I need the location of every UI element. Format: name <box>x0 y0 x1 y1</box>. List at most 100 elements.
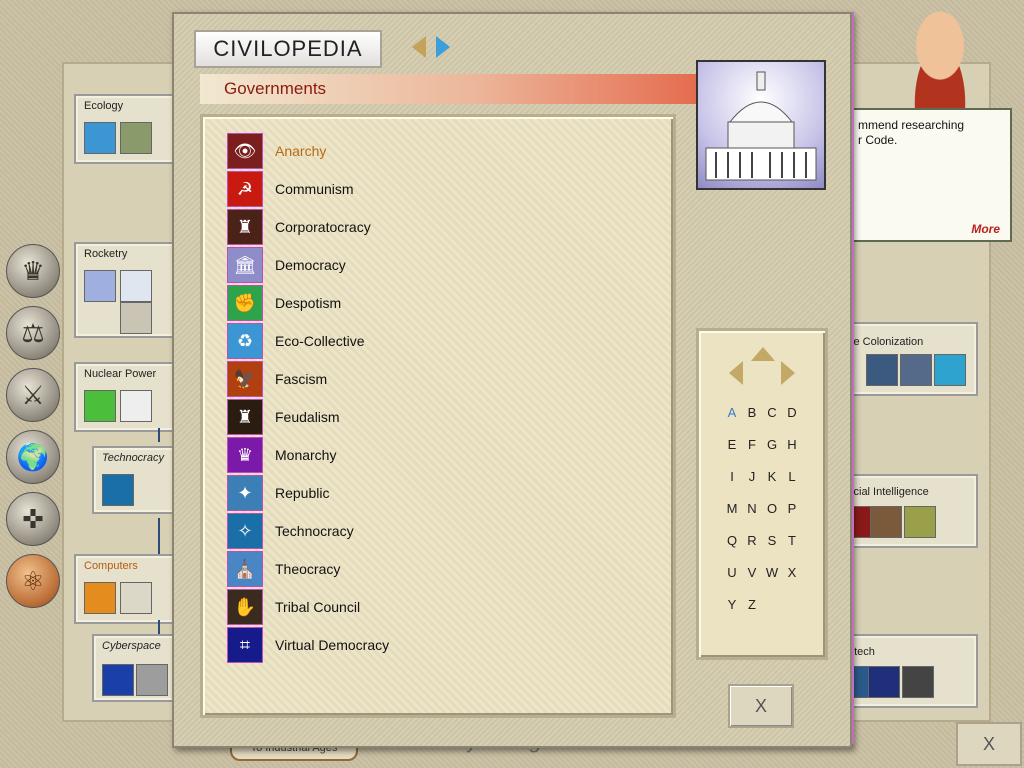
tech-card-technocracy[interactable]: Technocracy <box>92 446 178 514</box>
screen-close-button[interactable]: X <box>956 722 1022 766</box>
rocket-icon <box>84 270 116 302</box>
tech-card-rocketry[interactable]: Rocketry <box>74 242 178 338</box>
close-button[interactable]: X <box>728 684 794 728</box>
index-letter[interactable]: Z <box>743 597 761 612</box>
index-letter[interactable]: H <box>783 437 801 452</box>
missile-icon <box>120 270 152 302</box>
tech-card-nuclear-power[interactable]: Nuclear Power <box>74 362 178 432</box>
government-label: Democracy <box>275 257 346 273</box>
government-item[interactable]: 🏛 Democracy <box>227 247 487 283</box>
government-item[interactable]: ✦ Republic <box>227 475 487 511</box>
close-label: X <box>754 695 767 716</box>
up-arrow-icon[interactable] <box>751 347 775 361</box>
atom-icon[interactable]: ⚛ <box>6 554 60 608</box>
index-letter[interactable]: I <box>723 469 741 484</box>
index-letter[interactable]: U <box>723 565 741 580</box>
government-item[interactable]: ⌗ Virtual Democracy <box>227 627 487 663</box>
republic-icon: ✦ <box>227 475 263 511</box>
cross-icon[interactable]: ✜ <box>6 492 60 546</box>
tech-name: Computers <box>84 560 138 572</box>
index-letter[interactable]: K <box>763 469 781 484</box>
crown-icon: ♛ <box>227 437 263 473</box>
index-letter[interactable]: G <box>763 437 781 452</box>
index-letter[interactable]: V <box>743 565 761 580</box>
index-letter[interactable]: T <box>783 533 801 548</box>
index-letter[interactable]: E <box>723 437 741 452</box>
section-header: Governments <box>200 74 700 104</box>
tower-icon <box>136 664 168 696</box>
index-letter[interactable]: L <box>783 469 801 484</box>
government-label: Feudalism <box>275 409 340 425</box>
corporate-icon: ♜ <box>227 209 263 245</box>
index-letter[interactable]: N <box>743 501 761 516</box>
government-label: Republic <box>275 485 330 501</box>
government-item[interactable]: ♜ Corporatocracy <box>227 209 487 245</box>
government-label: Anarchy <box>275 143 327 159</box>
unit-icon <box>120 302 152 334</box>
missile-icon <box>120 390 152 422</box>
index-letter[interactable]: J <box>743 469 761 484</box>
tree-connector <box>158 620 160 634</box>
tech-card-space-colonization[interactable]: ce Colonization <box>846 322 978 396</box>
index-letter[interactable]: S <box>763 533 781 548</box>
government-item[interactable]: ♜ Feudalism <box>227 399 487 435</box>
index-letter[interactable]: A <box>723 405 741 420</box>
government-item[interactable]: ✧ Technocracy <box>227 513 487 549</box>
tech-card-computers[interactable]: Computers <box>74 554 178 624</box>
back-arrow-icon[interactable] <box>412 36 426 58</box>
tech-card-cyberspace[interactable]: Cyberspace <box>92 634 178 702</box>
tech-name: Cyberspace <box>102 640 161 652</box>
scales-icon[interactable]: ⚖ <box>6 306 60 360</box>
government-item[interactable]: ♻ Eco-Collective <box>227 323 487 359</box>
tribal-icon: ✋ <box>227 589 263 625</box>
government-item[interactable]: ⛪ Theocracy <box>227 551 487 587</box>
tech-name: Rocketry <box>84 248 128 260</box>
index-letter[interactable]: Q <box>723 533 741 548</box>
index-letter[interactable]: W <box>763 565 781 580</box>
shuttle-icon <box>934 354 966 386</box>
pyramid-icon <box>904 506 936 538</box>
index-letter[interactable]: D <box>783 405 801 420</box>
tech-name: ficial Intelligence <box>848 486 929 498</box>
civilopedia-window: CIVILOPEDIA Governments 👁 Anarchy ☭ Communi… <box>172 12 854 748</box>
ship-icon <box>866 354 898 386</box>
government-item[interactable]: ✊ Despotism <box>227 285 487 321</box>
index-letter[interactable]: F <box>743 437 761 452</box>
government-item[interactable]: ✋ Tribal Council <box>227 589 487 625</box>
index-letter[interactable]: C <box>763 405 781 420</box>
government-item[interactable]: 👁 Anarchy <box>227 133 487 169</box>
government-label: Theocracy <box>275 561 341 577</box>
government-item[interactable]: ♛ Monarchy <box>227 437 487 473</box>
index-letter[interactable]: M <box>723 501 741 516</box>
government-label: Communism <box>275 181 354 197</box>
factory-icon <box>902 666 934 698</box>
tech-card-artificial-intelligence[interactable]: ficial Intelligence <box>846 474 978 548</box>
right-arrow-icon[interactable] <box>781 361 795 385</box>
index-letter[interactable]: O <box>763 501 781 516</box>
tech-name: ce Colonization <box>848 336 924 348</box>
city-icon <box>868 666 900 698</box>
index-letter[interactable]: X <box>783 565 801 580</box>
index-letter[interactable]: Y <box>723 597 741 612</box>
asteroid-icon <box>900 354 932 386</box>
tech-card-ecology[interactable]: Ecology <box>74 94 178 164</box>
crown-icon[interactable]: ♛ <box>6 244 60 298</box>
section-title: Governments <box>224 79 327 98</box>
index-letter[interactable]: B <box>743 405 761 420</box>
crossed-swords-icon[interactable]: ⚔ <box>6 368 60 422</box>
left-arrow-icon[interactable] <box>729 361 743 385</box>
advisor-panel: mmend researching r Code. More <box>846 108 1012 242</box>
eco-icon <box>84 122 116 154</box>
index-letter[interactable]: R <box>743 533 761 548</box>
computer-icon <box>84 582 116 614</box>
advisor-more-link[interactable]: More <box>971 222 1000 236</box>
capitol-icon: 🏛 <box>227 247 263 283</box>
forward-arrow-icon[interactable] <box>436 36 450 58</box>
government-item[interactable]: 🦅 Fascism <box>227 361 487 397</box>
virtual-icon: ⌗ <box>227 627 263 663</box>
tech-card-nanotech[interactable]: otech <box>846 634 978 708</box>
government-item[interactable]: ☭ Communism <box>227 171 487 207</box>
index-letter[interactable]: P <box>783 501 801 516</box>
rock-icon <box>870 506 902 538</box>
globe-icon[interactable]: 🌍 <box>6 430 60 484</box>
